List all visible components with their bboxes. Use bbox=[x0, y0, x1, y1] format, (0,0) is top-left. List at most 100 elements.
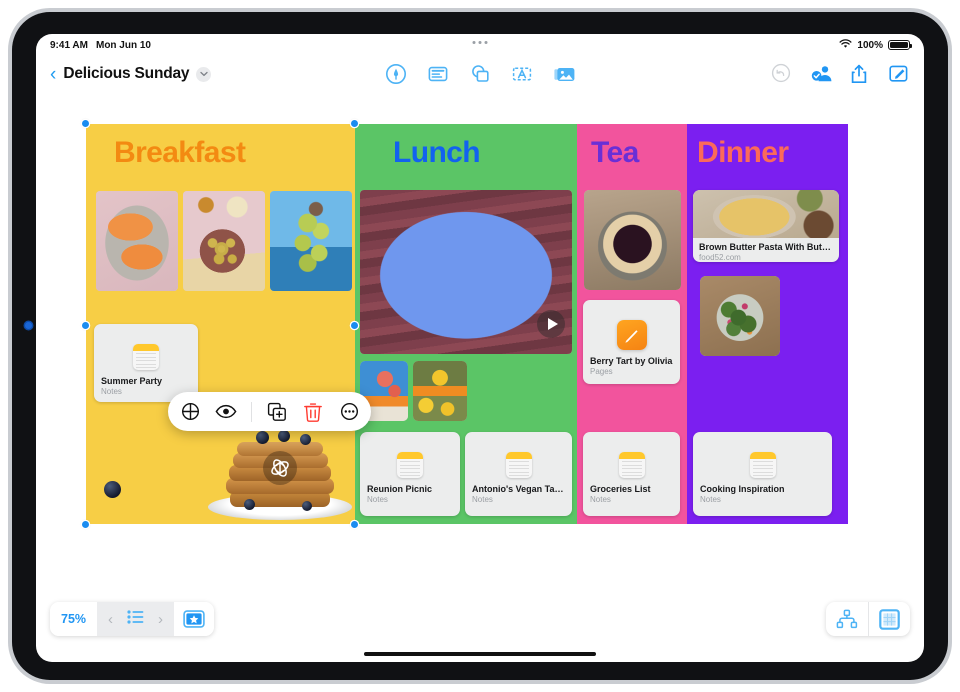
cantaloupe-slices-photo[interactable] bbox=[96, 191, 178, 291]
tacos-plate-video[interactable] bbox=[360, 190, 572, 354]
note-card-tool[interactable] bbox=[427, 63, 449, 85]
status-bar-left: 9:41 AM Mon Jun 10 bbox=[50, 40, 151, 51]
column-title: Lunch bbox=[393, 136, 481, 169]
media-tool[interactable] bbox=[553, 63, 575, 85]
zoom-level-button[interactable]: 75% bbox=[50, 602, 98, 636]
list-icon[interactable] bbox=[127, 609, 144, 629]
battery-full-icon bbox=[888, 40, 913, 50]
menu-divider bbox=[251, 401, 252, 422]
rotate-3d-handle[interactable] bbox=[263, 451, 297, 486]
selection-handle[interactable] bbox=[82, 120, 89, 127]
grapes-over-ocean-photo[interactable] bbox=[270, 191, 352, 291]
pancake-stack-object[interactable] bbox=[204, 428, 355, 520]
freeform-canvas[interactable]: Breakfast Summer Party Notes Lunch Reuni… bbox=[82, 120, 848, 528]
card-icon-area bbox=[583, 300, 680, 356]
preview-eye-icon[interactable] bbox=[215, 401, 237, 423]
card-meta: Berry Tart by Olivia Pages bbox=[583, 356, 680, 383]
app-toolbar: ‹ Delicious Sunday bbox=[36, 56, 924, 92]
lemons-flowers-thumb[interactable] bbox=[413, 361, 467, 421]
card-subtitle: food52.com bbox=[699, 253, 741, 262]
card-title: Reunion Picnic bbox=[367, 484, 433, 494]
battery-percent-label: 100% bbox=[857, 39, 883, 51]
card-icon-area bbox=[360, 432, 460, 484]
card-icon-area bbox=[465, 432, 572, 484]
board-column-lunch[interactable]: Lunch Reunion Picnic Notes Antonio's Veg… bbox=[355, 124, 577, 524]
board-column-dinner[interactable]: Dinner Brown Butter Pasta With But… food… bbox=[687, 124, 848, 524]
card-meta: Cooking Inspiration Notes bbox=[693, 484, 832, 511]
card-meta: Groceries List Notes bbox=[583, 484, 680, 511]
bottom-right-toolbar[interactable] bbox=[826, 602, 910, 636]
column-title: Tea bbox=[591, 136, 639, 169]
board-column-tea[interactable]: Tea Berry Tart by Olivia Pages Groceries… bbox=[577, 124, 687, 524]
bottom-left-toolbar[interactable]: 75% ‹ › bbox=[50, 602, 215, 636]
blueberry-object[interactable] bbox=[104, 481, 121, 498]
column-title: Breakfast bbox=[114, 136, 246, 169]
compose-button[interactable] bbox=[888, 63, 910, 85]
selection-handle[interactable] bbox=[82, 322, 89, 329]
notes-app-icon bbox=[397, 452, 423, 478]
notes-app-icon bbox=[749, 452, 776, 478]
chevron-down-icon[interactable] bbox=[196, 66, 212, 82]
selection-handle[interactable] bbox=[82, 521, 89, 528]
list-item[interactable]: Summer Party Notes bbox=[94, 324, 198, 402]
figs-on-plate-photo[interactable] bbox=[183, 191, 265, 291]
shapes-tool[interactable] bbox=[469, 63, 491, 85]
chevron-left-icon[interactable]: ‹ bbox=[50, 65, 56, 84]
notes-app-icon bbox=[133, 344, 159, 370]
page-title: Delicious Sunday bbox=[63, 65, 190, 82]
selection-handle[interactable] bbox=[351, 120, 358, 127]
card-title: Groceries List bbox=[590, 484, 651, 494]
duplicate-icon[interactable] bbox=[266, 401, 288, 423]
notes-app-icon bbox=[505, 452, 532, 478]
card-title: Antonio's Vegan Tacos bbox=[472, 484, 565, 494]
ipad-screen: 9:41 AM Mon Jun 10 100% ‹ Delicious Sund… bbox=[36, 34, 924, 662]
offscreen-selection-handle[interactable] bbox=[25, 322, 32, 329]
card-meta: Reunion Picnic Notes bbox=[360, 484, 460, 511]
card-icon-area bbox=[94, 324, 198, 376]
page-navigation-group: ‹ › bbox=[97, 602, 175, 636]
list-item[interactable]: Groceries List Notes bbox=[583, 432, 680, 516]
card-subtitle: Notes bbox=[700, 495, 721, 504]
notes-app-icon bbox=[618, 452, 645, 478]
text-box-tool[interactable] bbox=[511, 63, 533, 85]
toolbar-center-tools bbox=[385, 63, 575, 85]
card-meta: Brown Butter Pasta With But… food52.com bbox=[693, 238, 839, 262]
berry-galette-photo[interactable] bbox=[584, 190, 681, 290]
multitask-dots-icon[interactable] bbox=[472, 41, 488, 44]
device-bezel: 9:41 AM Mon Jun 10 100% ‹ Delicious Sund… bbox=[12, 12, 948, 680]
home-indicator[interactable] bbox=[364, 652, 596, 656]
hierarchy-icon[interactable] bbox=[826, 602, 868, 636]
status-time: 9:41 AM bbox=[50, 39, 88, 51]
delete-trash-icon[interactable] bbox=[302, 401, 324, 423]
undo-button[interactable] bbox=[771, 63, 793, 85]
toolbar-right-group bbox=[771, 63, 910, 85]
list-item[interactable]: Berry Tart by Olivia Pages bbox=[583, 300, 680, 384]
link-preview-card[interactable]: Brown Butter Pasta With But… food52.com bbox=[693, 190, 839, 262]
next-page-button[interactable]: › bbox=[158, 611, 163, 628]
card-title: Berry Tart by Olivia bbox=[590, 356, 673, 366]
prev-page-button[interactable]: ‹ bbox=[108, 611, 113, 628]
selection-handle[interactable] bbox=[351, 322, 358, 329]
star-badge-icon[interactable] bbox=[174, 602, 215, 636]
card-meta: Antonio's Vegan Tacos Notes bbox=[465, 484, 572, 511]
selection-handle[interactable] bbox=[351, 521, 358, 528]
share-button[interactable] bbox=[849, 63, 871, 85]
card-icon-area bbox=[693, 432, 832, 484]
more-options-icon[interactable] bbox=[338, 401, 360, 423]
list-item[interactable]: Reunion Picnic Notes bbox=[360, 432, 460, 516]
wifi-icon bbox=[839, 38, 852, 52]
object-context-menu[interactable] bbox=[168, 392, 371, 431]
pages-app-icon bbox=[616, 320, 647, 350]
list-item[interactable]: Cooking Inspiration Notes bbox=[693, 432, 832, 516]
grid-layout-icon[interactable] bbox=[869, 602, 910, 636]
reposition-icon[interactable] bbox=[179, 401, 201, 423]
card-subtitle: Notes bbox=[472, 495, 493, 504]
markup-pen-tool[interactable] bbox=[385, 63, 407, 85]
status-bar-right: 100% bbox=[839, 38, 913, 52]
card-icon-area bbox=[583, 432, 680, 484]
play-button[interactable] bbox=[537, 310, 565, 338]
list-item[interactable]: Antonio's Vegan Tacos Notes bbox=[465, 432, 572, 516]
board-column-breakfast[interactable]: Breakfast Summer Party Notes bbox=[86, 124, 355, 524]
green-salad-bowl-photo[interactable] bbox=[700, 276, 780, 356]
collaborate-button[interactable] bbox=[810, 63, 832, 85]
